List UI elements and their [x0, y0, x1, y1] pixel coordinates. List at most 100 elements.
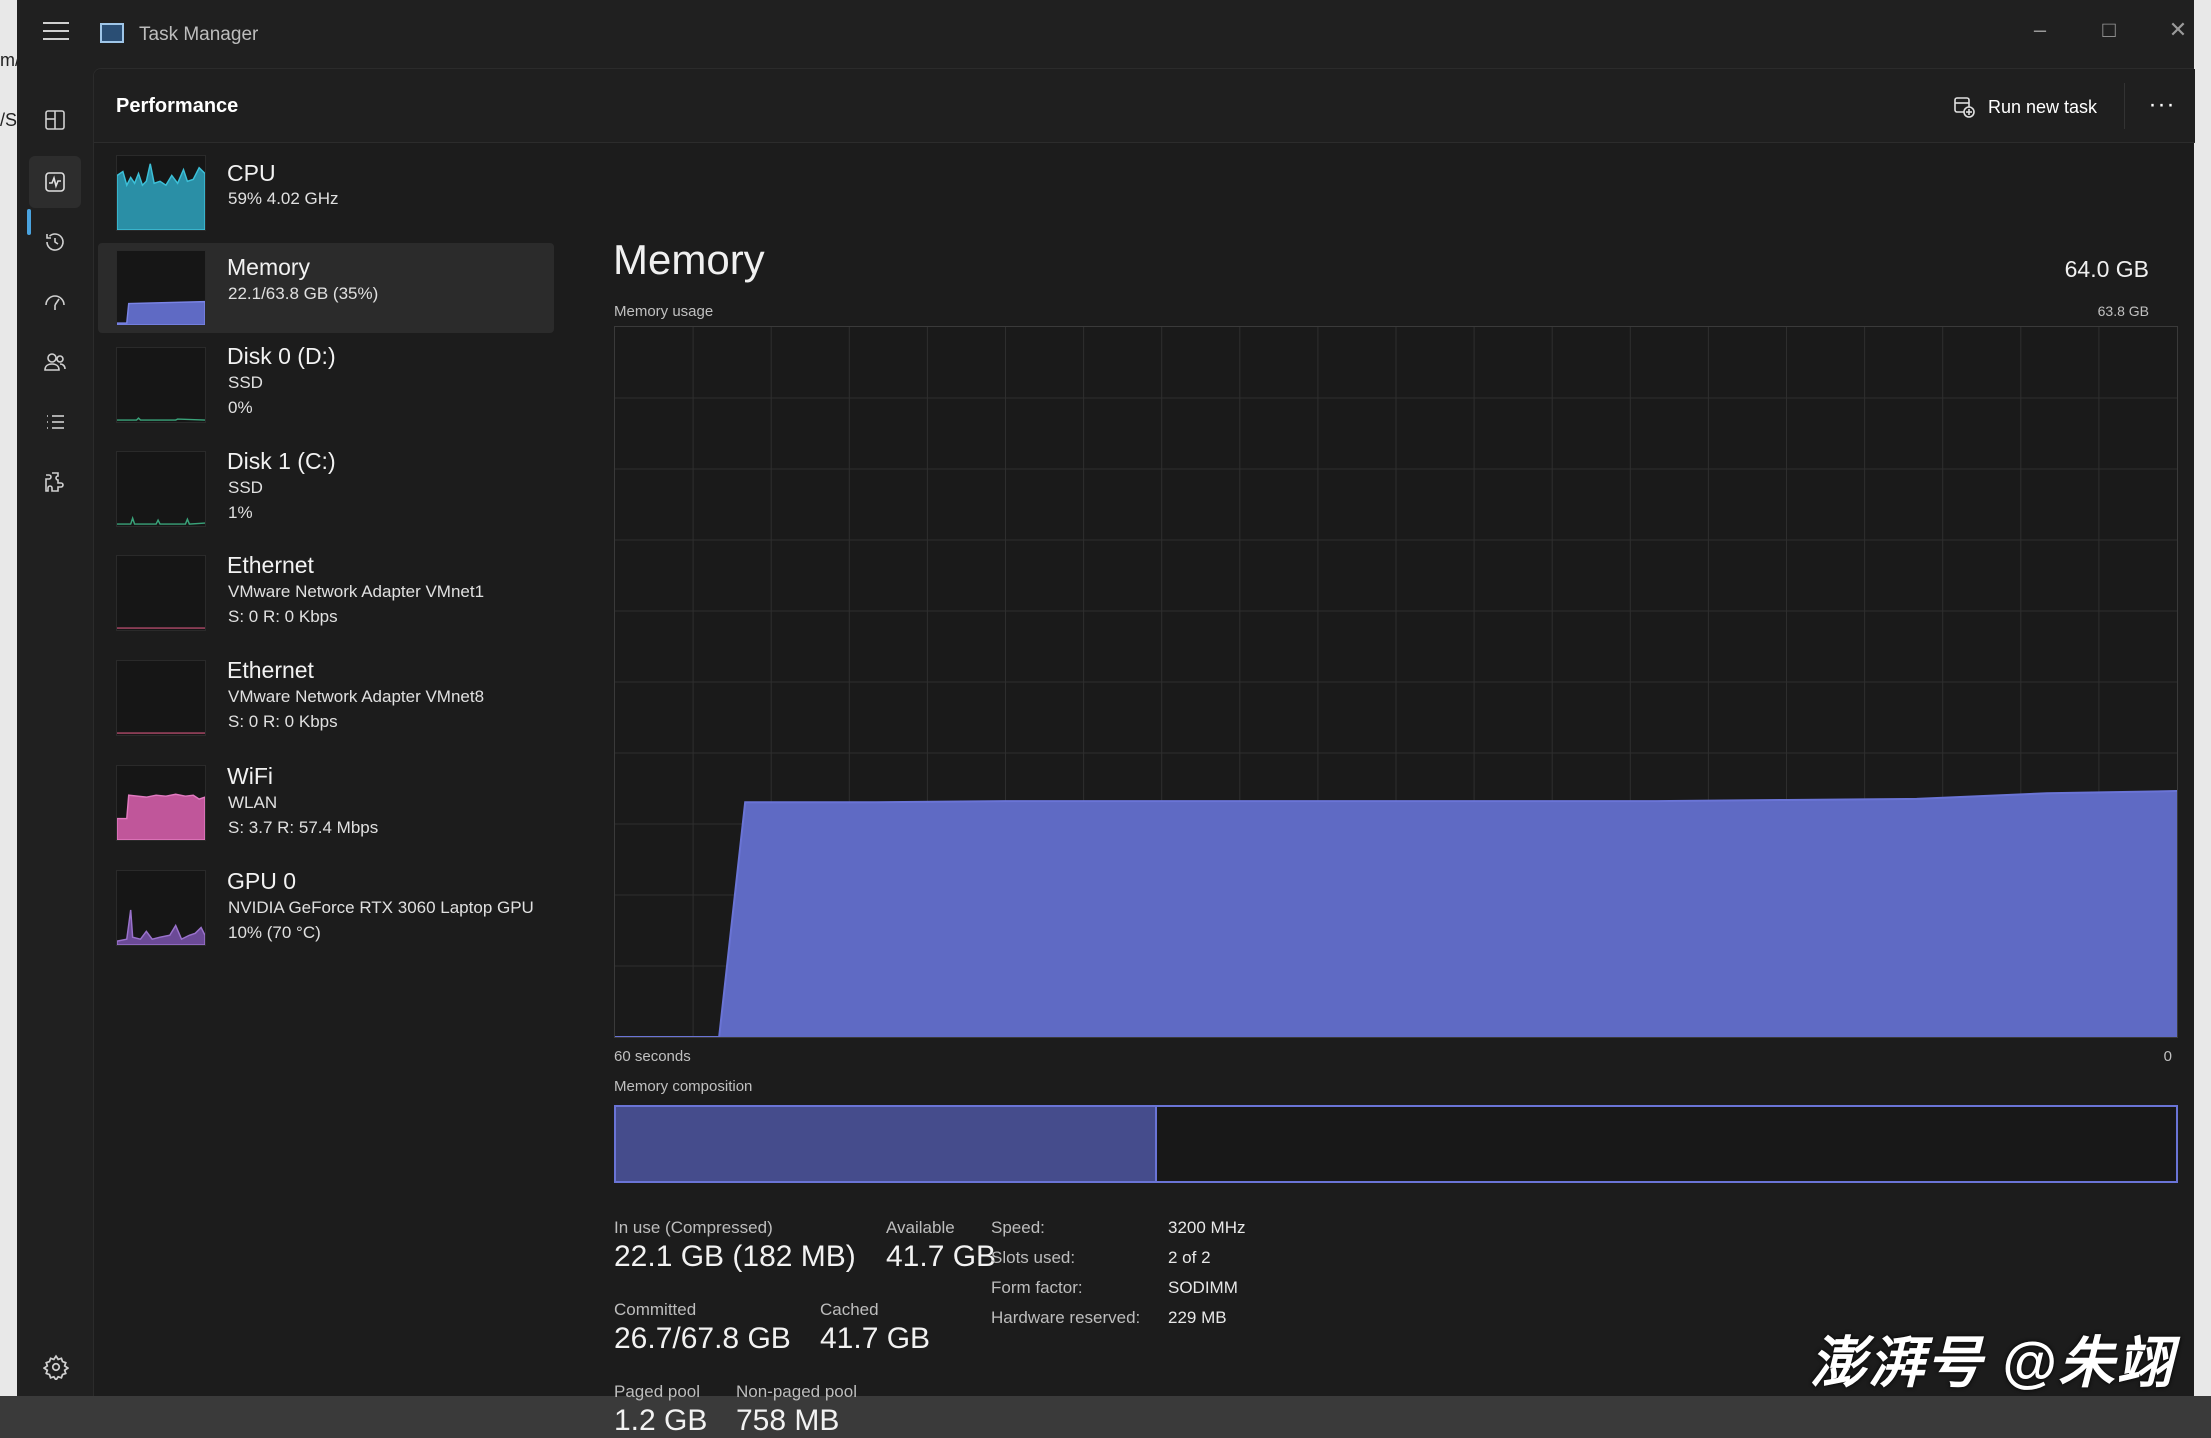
services-puzzle-icon	[45, 472, 64, 492]
speed-label: Speed:	[991, 1218, 1045, 1237]
run-task-icon	[1954, 97, 1975, 118]
device-detail: 0%	[228, 398, 253, 417]
users-icon	[44, 353, 66, 371]
memory-composition-bar	[614, 1105, 2178, 1183]
time-axis-right: 0	[2163, 1048, 2172, 1065]
header-separator	[2124, 83, 2125, 129]
committed-label: Committed	[614, 1300, 697, 1319]
device-type: VMware Network Adapter VMnet1	[228, 582, 485, 601]
device-detail: 1%	[228, 503, 253, 522]
background-window-edge: m//S	[0, 0, 20, 1396]
slots-value: 2 of 2	[1168, 1248, 1211, 1267]
more-options-button[interactable]: ···	[2144, 89, 2180, 125]
memory-total: 64.0 GB	[2064, 256, 2149, 282]
device-detail: 10% (70 °C)	[228, 923, 321, 942]
cached-label: Cached	[820, 1300, 879, 1319]
task-manager-app-icon	[100, 23, 124, 43]
page-title: Performance	[116, 95, 239, 117]
device-type: SSD	[228, 478, 263, 497]
device-name: Ethernet	[227, 657, 314, 683]
device-name: WiFi	[227, 763, 273, 789]
task-manager-window: Task Manager – □ ✕ Performance Run new t…	[17, 0, 2196, 1437]
form-factor-label: Form factor:	[991, 1278, 1083, 1297]
processes-icon	[45, 110, 65, 130]
device-item-disk-0[interactable]: Disk 0 (D:) SSD 0%	[98, 339, 554, 437]
title-bar: Task Manager – □ ✕	[17, 0, 2194, 68]
time-axis-left: 60 seconds	[614, 1048, 691, 1065]
performance-icon	[45, 172, 65, 192]
usage-graph-label: Memory usage	[614, 303, 714, 320]
form-factor-value: SODIMM	[1168, 1278, 1238, 1297]
available-label: Available	[886, 1218, 955, 1237]
device-detail: S: 3.7 R: 57.4 Mbps	[228, 818, 379, 837]
speed-value: 3200 MHz	[1168, 1218, 1246, 1237]
in-use-value: 22.1 GB (182 MB)	[614, 1240, 856, 1273]
window-title: Task Manager	[139, 24, 259, 45]
ethernet2-thumbnail-graph	[116, 660, 206, 736]
navigation-rail	[17, 68, 93, 1396]
section-title: Memory	[613, 236, 765, 283]
memory-usage-area	[615, 791, 2177, 1037]
nav-services[interactable]	[29, 456, 81, 508]
composition-label: Memory composition	[614, 1078, 753, 1095]
device-name: Memory	[227, 254, 311, 280]
device-item-wifi[interactable]: WiFi WLAN S: 3.7 R: 57.4 Mbps	[98, 759, 554, 857]
run-new-task-label: Run new task	[1988, 96, 2098, 117]
device-item-memory[interactable]: Memory 22.1/63.8 GB (35%)	[98, 243, 554, 333]
close-button[interactable]: ✕	[2157, 10, 2199, 50]
watermark: 澎湃号 @朱翊	[1810, 1331, 2175, 1394]
composition-in-use-segment	[616, 1107, 1158, 1181]
gpu-thumbnail-graph	[116, 870, 206, 946]
maximize-button[interactable]: □	[2088, 10, 2130, 50]
device-type: VMware Network Adapter VMnet8	[228, 687, 485, 706]
startup-speedometer-icon	[45, 295, 65, 310]
device-item-cpu[interactable]: CPU 59% 4.02 GHz	[98, 149, 554, 237]
nav-processes[interactable]	[29, 94, 81, 146]
device-item-gpu-0[interactable]: GPU 0 NVIDIA GeForce RTX 3060 Laptop GPU…	[98, 864, 554, 962]
device-detail: S: 0 R: 0 Kbps	[228, 712, 338, 731]
committed-value: 26.7/67.8 GB	[614, 1322, 791, 1355]
device-item-disk-1[interactable]: Disk 1 (C:) SSD 1%	[98, 443, 554, 541]
history-icon	[46, 233, 64, 251]
memory-usage-graph	[614, 326, 2178, 1038]
nav-performance[interactable]	[29, 156, 81, 208]
device-name: Disk 0 (D:)	[227, 343, 336, 369]
page-header: Performance Run new task ···	[94, 69, 2195, 143]
nav-details[interactable]	[29, 396, 81, 448]
hamburger-menu-icon[interactable]	[43, 22, 69, 46]
available-value: 41.7 GB	[886, 1240, 997, 1273]
non-paged-pool-value: 758 MB	[736, 1404, 840, 1437]
device-name: Disk 1 (C:)	[227, 448, 336, 474]
device-item-ethernet-vmnet1[interactable]: Ethernet VMware Network Adapter VMnet1 S…	[98, 549, 554, 647]
device-name: Ethernet	[227, 552, 314, 578]
device-detail: 22.1/63.8 GB (35%)	[228, 284, 379, 303]
slots-label: Slots used:	[991, 1248, 1076, 1267]
device-name: GPU 0	[227, 868, 297, 894]
device-type: SSD	[228, 373, 263, 392]
cpu-thumbnail-graph	[116, 155, 206, 231]
paged-pool-label: Paged pool	[614, 1382, 701, 1401]
device-type: NVIDIA GeForce RTX 3060 Laptop GPU	[228, 898, 534, 917]
nav-app-history[interactable]	[29, 216, 81, 268]
non-paged-pool-label: Non-paged pool	[736, 1382, 857, 1401]
device-name: CPU	[227, 160, 276, 186]
disk1-thumbnail-graph	[116, 451, 206, 527]
cached-value: 41.7 GB	[820, 1322, 931, 1355]
memory-details-panel: Memory 64.0 GB Memory usage 63.8 GB 60 s…	[596, 143, 2196, 1437]
nav-startup-apps[interactable]	[29, 276, 81, 328]
hardware-reserved-value: 229 MB	[1168, 1308, 1227, 1327]
details-list-icon	[47, 415, 64, 429]
content-area: Performance Run new task ··· CPU 59% 4.0…	[93, 68, 2196, 1437]
memory-thumbnail-graph	[116, 250, 206, 326]
paged-pool-value: 1.2 GB	[614, 1404, 708, 1437]
device-detail: S: 0 R: 0 Kbps	[228, 607, 338, 626]
device-list: CPU 59% 4.02 GHz Memory 22.1/63.8 GB (35…	[94, 143, 564, 1397]
ethernet1-thumbnail-graph	[116, 555, 206, 631]
nav-users[interactable]	[29, 336, 81, 388]
memory-usage-chart	[615, 327, 2178, 1038]
settings-gear-icon[interactable]	[43, 1354, 69, 1380]
minimize-button[interactable]: –	[2019, 10, 2061, 50]
device-item-ethernet-vmnet8[interactable]: Ethernet VMware Network Adapter VMnet8 S…	[98, 654, 554, 752]
run-new-task-button[interactable]: Run new task	[1952, 87, 2097, 127]
disk0-thumbnail-graph	[116, 347, 206, 423]
